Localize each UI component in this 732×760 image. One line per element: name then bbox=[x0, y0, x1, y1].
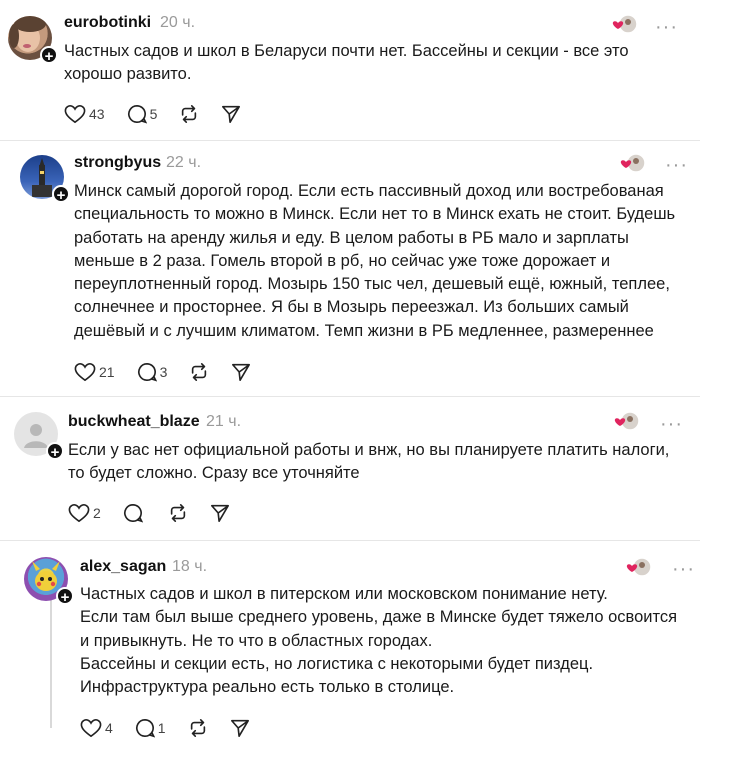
comment-text: Частных садов и школ в Беларуси почти не… bbox=[64, 42, 629, 84]
avatar[interactable]: + bbox=[14, 412, 64, 461]
heart-icon bbox=[68, 504, 90, 523]
share-button[interactable] bbox=[231, 362, 251, 382]
repost-icon bbox=[192, 363, 207, 381]
liked-by-author-icon bbox=[612, 14, 638, 41]
username[interactable]: buckwheat_blaze bbox=[68, 413, 200, 431]
repost-icon bbox=[170, 504, 185, 522]
username[interactable]: eurobotinki bbox=[64, 14, 151, 32]
like-count: 21 bbox=[99, 364, 115, 380]
comment-icon bbox=[127, 104, 147, 124]
reply-count: 1 bbox=[157, 720, 166, 736]
reply-count: 5 bbox=[149, 106, 158, 122]
like-button[interactable]: 4 bbox=[80, 718, 113, 738]
more-options-icon[interactable]: ··· bbox=[660, 414, 683, 434]
share-button[interactable] bbox=[221, 104, 241, 124]
timestamp: 22 ч. bbox=[166, 154, 202, 171]
liked-by-author-icon bbox=[626, 557, 652, 584]
repost-button[interactable] bbox=[188, 718, 208, 738]
repost-button[interactable] bbox=[179, 104, 199, 124]
reply-button[interactable] bbox=[123, 503, 146, 523]
heart-icon bbox=[80, 719, 102, 738]
action-bar: 4 1 bbox=[80, 718, 272, 738]
timestamp: 21 ч. bbox=[206, 413, 242, 430]
more-options-icon[interactable]: ··· bbox=[655, 17, 678, 37]
like-count: 2 bbox=[93, 505, 101, 521]
repost-button[interactable] bbox=[189, 362, 209, 382]
share-icon bbox=[222, 105, 241, 123]
comment-icon bbox=[123, 503, 143, 523]
action-bar: 21 3 bbox=[74, 362, 273, 382]
reply-button[interactable]: 3 bbox=[137, 362, 168, 382]
follow-plus-icon[interactable]: + bbox=[52, 185, 70, 204]
follow-plus-icon[interactable]: + bbox=[46, 442, 64, 461]
repost-button[interactable] bbox=[168, 503, 188, 523]
timestamp: 18 ч. bbox=[172, 558, 208, 575]
action-bar: 43 5 bbox=[64, 104, 263, 124]
share-icon bbox=[210, 504, 229, 522]
divider bbox=[0, 396, 700, 397]
heart-icon bbox=[74, 363, 96, 382]
reply-count: 3 bbox=[159, 364, 168, 380]
comment-icon bbox=[137, 362, 157, 382]
like-count: 43 bbox=[89, 106, 105, 122]
comment-text: Минск самый дорогой город. Если есть пас… bbox=[74, 182, 676, 340]
reply-button[interactable]: 5 bbox=[127, 104, 158, 124]
heart-icon bbox=[64, 105, 86, 124]
more-options-icon[interactable]: ··· bbox=[672, 559, 695, 579]
repost-icon bbox=[182, 105, 197, 123]
like-count: 4 bbox=[105, 720, 113, 736]
divider bbox=[0, 540, 700, 541]
comment-text: Если у вас нет официальной работы и внж,… bbox=[68, 441, 670, 483]
like-button[interactable]: 43 bbox=[64, 104, 105, 124]
share-button[interactable] bbox=[210, 503, 230, 523]
share-icon bbox=[232, 363, 251, 381]
repost-icon bbox=[190, 719, 205, 737]
follow-plus-icon[interactable]: + bbox=[56, 587, 74, 606]
divider bbox=[0, 140, 700, 141]
thread-line bbox=[50, 600, 52, 728]
timestamp: 20 ч. bbox=[160, 14, 196, 31]
liked-by-author-icon bbox=[620, 153, 646, 180]
comment-text: Частных садов и школ в питерском или мос… bbox=[80, 585, 678, 697]
share-button[interactable] bbox=[230, 718, 250, 738]
reply-button[interactable]: 1 bbox=[135, 718, 166, 738]
username[interactable]: alex_sagan bbox=[80, 558, 166, 576]
avatar[interactable]: + bbox=[24, 557, 74, 606]
action-bar: 2 bbox=[68, 503, 252, 523]
share-icon bbox=[230, 719, 249, 737]
like-button[interactable]: 2 bbox=[68, 503, 101, 523]
like-button[interactable]: 21 bbox=[74, 362, 115, 382]
avatar[interactable]: + bbox=[8, 16, 58, 65]
more-options-icon[interactable]: ··· bbox=[665, 155, 688, 175]
liked-by-author-icon bbox=[614, 411, 640, 438]
follow-plus-icon[interactable]: + bbox=[40, 46, 58, 65]
avatar[interactable]: + bbox=[20, 155, 70, 204]
comment-icon bbox=[135, 718, 155, 738]
username[interactable]: strongbyus bbox=[74, 154, 161, 172]
